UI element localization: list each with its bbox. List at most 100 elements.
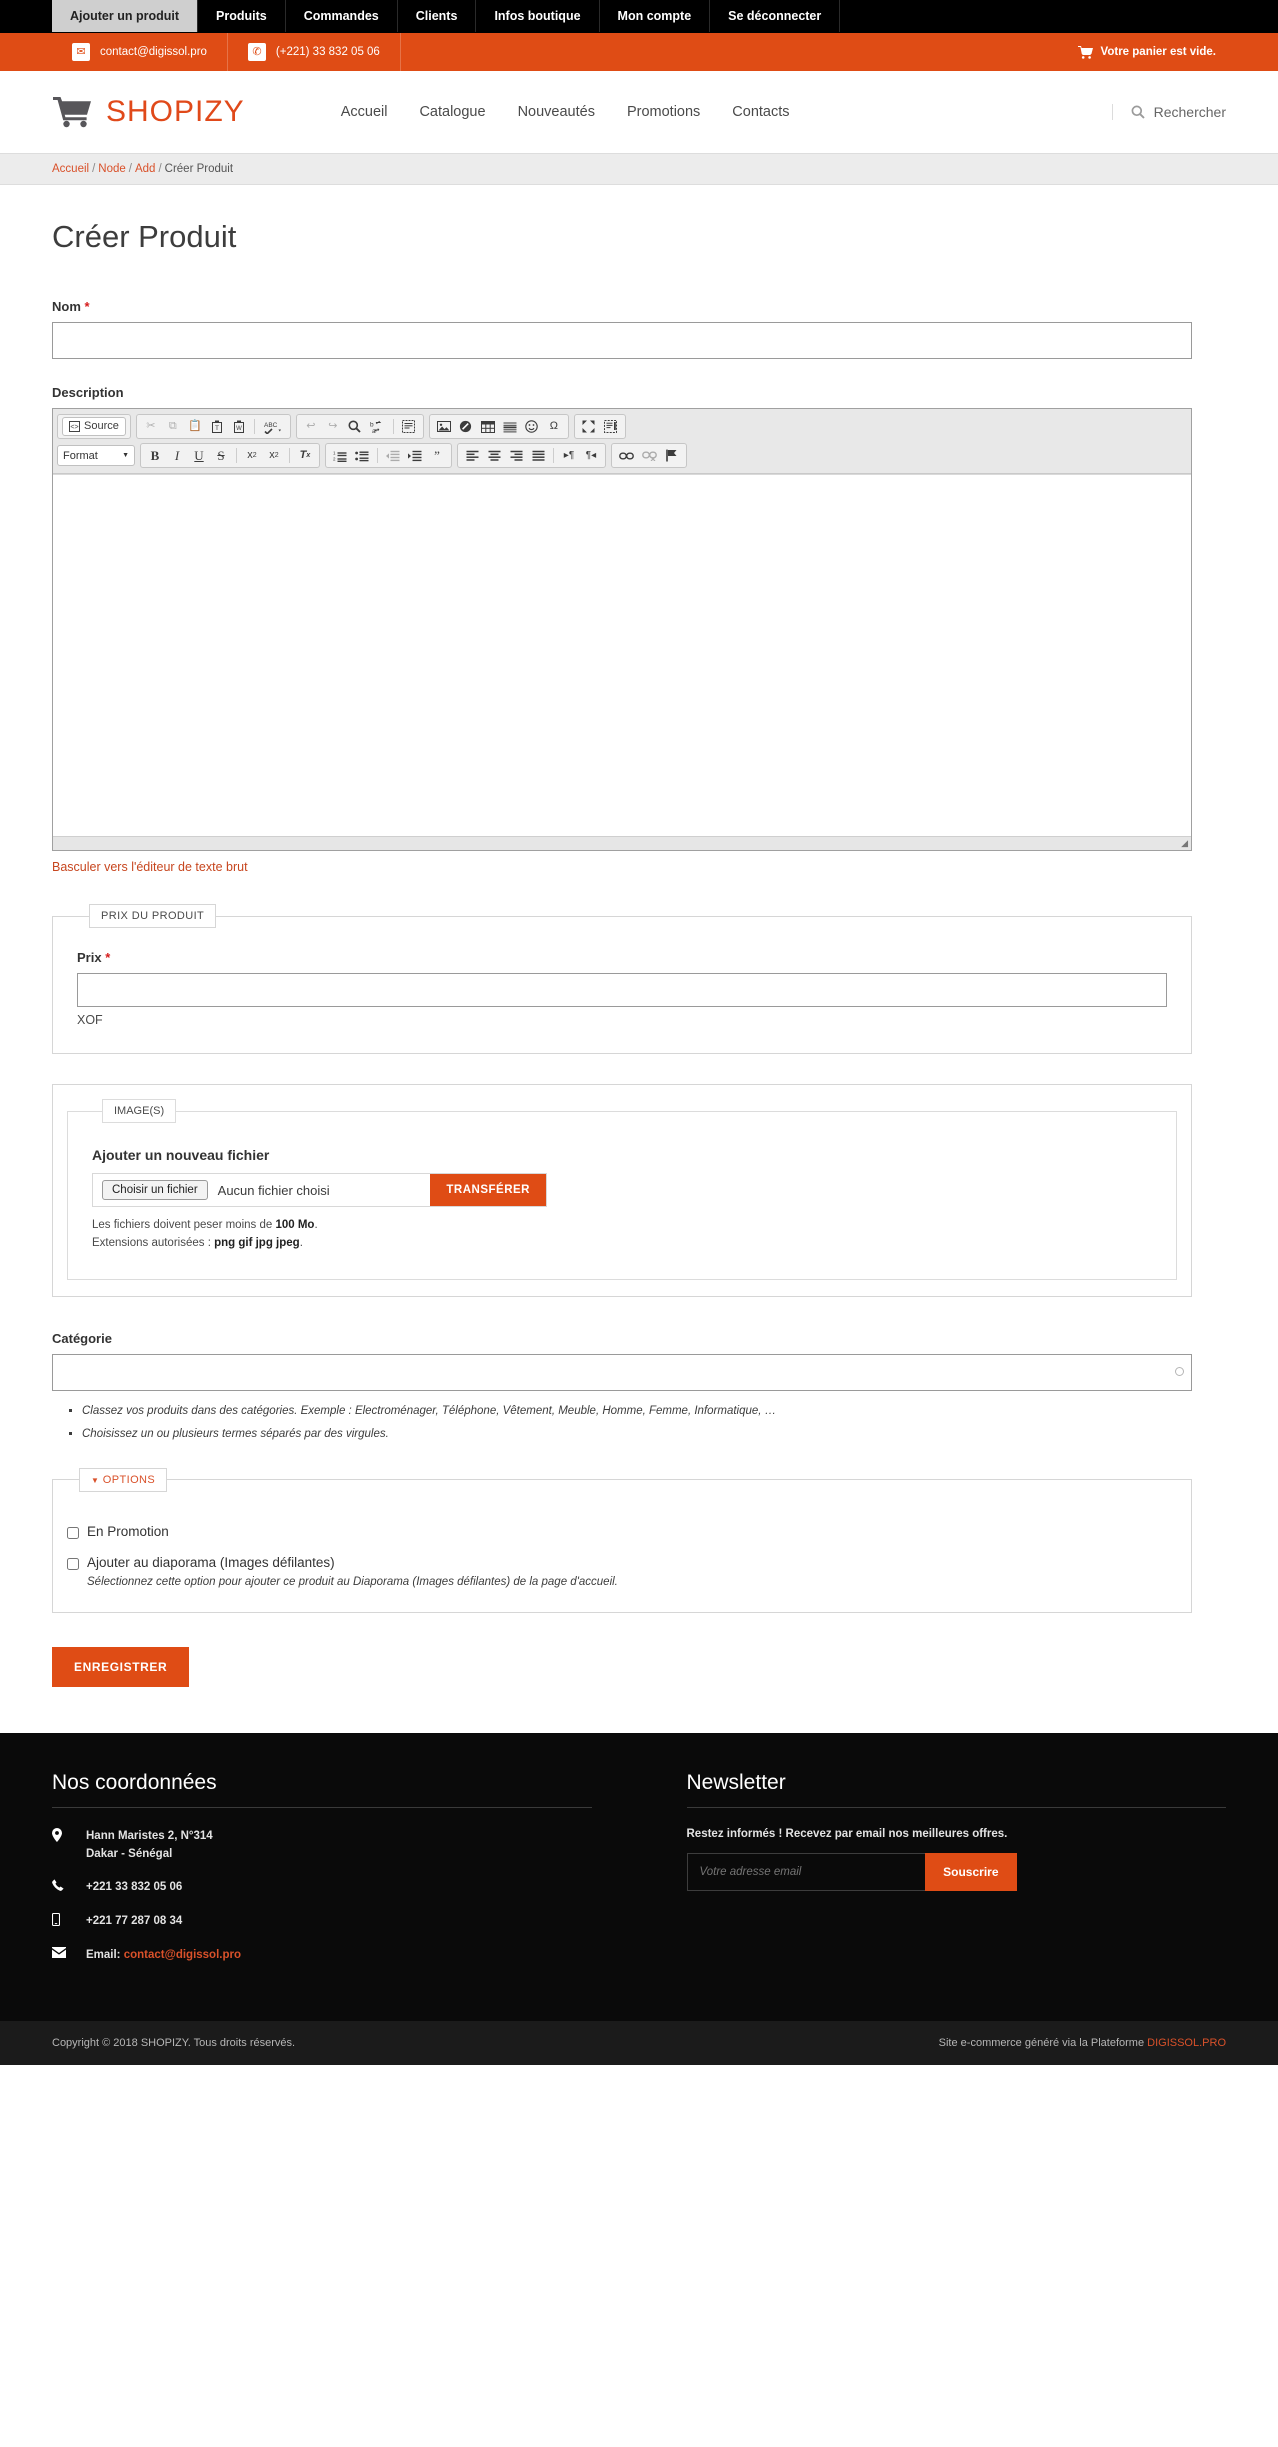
remove-format-icon[interactable]: Tx	[295, 446, 315, 465]
nom-input[interactable]	[52, 322, 1192, 359]
find-icon[interactable]	[345, 417, 365, 436]
footer-contact-column: Nos coordonnées Hann Maristes 2, N°314 D…	[52, 1771, 592, 1981]
source-view-icon[interactable]: <> Source	[62, 417, 126, 436]
file-input-zone[interactable]: Choisir un fichier Aucun fichier choisi	[93, 1174, 431, 1206]
format-dropdown[interactable]: Format ▼	[57, 445, 135, 466]
contact-email-item[interactable]: ✉ contact@digissol.pro	[52, 33, 228, 71]
numbered-list-icon[interactable]: 12	[330, 446, 350, 465]
spellcheck-icon[interactable]: ABC	[260, 417, 286, 436]
redo-icon[interactable]: ↪	[323, 417, 343, 436]
editor-content-area[interactable]	[53, 474, 1191, 836]
underline-icon[interactable]: U	[189, 446, 209, 465]
footer-address-text: Hann Maristes 2, N°314 Dakar - Sénégal	[86, 1828, 213, 1864]
digissol-link[interactable]: DIGISSOL.PRO	[1147, 2037, 1226, 2049]
search-box[interactable]: Rechercher	[1111, 104, 1226, 120]
newsletter-subscribe-button[interactable]: Souscrire	[925, 1852, 1017, 1891]
svg-text:T: T	[215, 425, 219, 432]
admin-tab-ajouter-un-produit[interactable]: Ajouter un produit	[52, 0, 199, 32]
unlink-icon[interactable]	[639, 446, 660, 465]
nav-item-accueil[interactable]: Accueil	[341, 104, 388, 120]
categorie-input[interactable]	[52, 1353, 1192, 1391]
align-justify-icon[interactable]	[528, 446, 548, 465]
anchor-icon[interactable]	[662, 446, 682, 465]
image-icon[interactable]	[434, 417, 454, 436]
save-button[interactable]: ENREGISTRER	[52, 1646, 190, 1687]
maximize-icon[interactable]	[579, 417, 599, 436]
rtl-icon[interactable]: ¶◂	[581, 446, 601, 465]
subscript-icon[interactable]: x2	[242, 446, 262, 465]
prix-input[interactable]	[77, 973, 1167, 1007]
bulleted-list-icon[interactable]	[352, 446, 372, 465]
contact-phone-text: (+221) 33 832 05 06	[275, 46, 380, 58]
nav-item-nouveautes[interactable]: Nouveautés	[518, 104, 595, 120]
footer-address-item: Hann Maristes 2, N°314 Dakar - Sénégal	[52, 1827, 592, 1864]
paste-text-icon[interactable]: T	[207, 417, 227, 436]
editor-group-basicstyles: B I U S x2 x2 Tx	[140, 443, 320, 468]
source-label: Source	[84, 420, 119, 432]
diaporama-label: Ajouter au diaporama (Images défilantes)	[87, 1554, 335, 1570]
copy-icon[interactable]: ⧉	[163, 417, 183, 436]
admin-tab-se-deconnecter[interactable]: Se déconnecter	[710, 0, 841, 32]
table-icon[interactable]	[478, 417, 498, 436]
smiley-icon[interactable]	[522, 417, 542, 436]
site-logo[interactable]: SHOPIZY	[52, 95, 245, 129]
horizontal-rule-icon[interactable]	[500, 417, 520, 436]
nav-item-contacts[interactable]: Contacts	[732, 104, 789, 120]
admin-tab-clients[interactable]: Clients	[398, 0, 477, 32]
replace-icon[interactable]: ba	[367, 417, 388, 436]
footer-email-text: Email: contact@digissol.pro	[86, 1947, 241, 1965]
footer-newsletter-title: Newsletter	[686, 1770, 786, 1794]
align-right-icon[interactable]	[506, 446, 526, 465]
link-icon[interactable]	[616, 446, 637, 465]
superscript-icon[interactable]: x2	[264, 446, 284, 465]
hint-size-value: 100 Mo	[275, 1219, 315, 1231]
admin-tab-mon-compte[interactable]: Mon compte	[600, 0, 711, 32]
strikethrough-icon[interactable]: S	[211, 446, 231, 465]
special-char-icon[interactable]: Ω	[544, 417, 564, 436]
choose-file-button[interactable]: Choisir un fichier	[102, 1180, 208, 1200]
copyright-text: Copyright © 2018 SHOPIZY. Tous droits ré…	[52, 2036, 296, 2049]
editor-group-document: <> Source	[57, 414, 131, 439]
nav-item-catalogue[interactable]: Catalogue	[419, 104, 485, 120]
blockquote-icon[interactable]: ”	[427, 446, 447, 465]
breadcrumb-item-node[interactable]: Node	[98, 163, 126, 175]
cart-status[interactable]: Votre panier est vide.	[1077, 33, 1278, 71]
switch-plain-editor-link[interactable]: Basculer vers l'éditeur de texte brut	[52, 860, 1226, 874]
admin-tab-produits[interactable]: Produits	[198, 0, 286, 32]
nav-item-promotions[interactable]: Promotions	[627, 104, 700, 120]
select-all-icon[interactable]	[399, 417, 419, 436]
hint-filesize: Les fichiers doivent peser moins de 100 …	[92, 1216, 1152, 1234]
categorie-note: Choisissez un ou plusieurs termes séparé…	[82, 1423, 1226, 1446]
admin-toolbar: Ajouter un produit Produits Commandes Cl…	[0, 0, 1278, 33]
footer-email-link[interactable]: contact@digissol.pro	[124, 1949, 241, 1961]
diaporama-checkbox[interactable]	[67, 1557, 79, 1570]
breadcrumb-item-accueil[interactable]: Accueil	[52, 163, 89, 175]
upload-button[interactable]: TRANSFÉRER	[430, 1174, 546, 1206]
breadcrumb-item-add[interactable]: Add	[135, 163, 155, 175]
flash-icon[interactable]	[456, 417, 476, 436]
admin-tab-label: Clients	[415, 9, 458, 23]
admin-tab-infos-boutique[interactable]: Infos boutique	[476, 0, 600, 32]
indent-icon[interactable]	[405, 446, 425, 465]
undo-icon[interactable]: ↩	[301, 417, 321, 436]
options-fieldset-legend[interactable]: ▼ OPTIONS	[79, 1467, 168, 1492]
italic-icon[interactable]: I	[167, 446, 187, 465]
ltr-icon[interactable]: ▸¶	[559, 446, 579, 465]
align-center-icon[interactable]	[484, 446, 504, 465]
required-marker: *	[105, 950, 111, 965]
paste-icon[interactable]: 📋	[185, 417, 205, 436]
cut-icon[interactable]: ✂	[141, 417, 161, 436]
promotion-checkbox[interactable]	[67, 1526, 79, 1539]
hint-extensions: Extensions autorisées : png gif jpg jpeg…	[92, 1234, 1152, 1252]
paste-word-icon[interactable]: W	[229, 417, 249, 436]
contact-phone-item[interactable]: ✆ (+221) 33 832 05 06	[228, 33, 401, 71]
admin-tab-label: Mon compte	[617, 9, 692, 23]
footer-email-item: Email: contact@digissol.pro	[52, 1947, 592, 1965]
resize-handle-icon[interactable]: ◢	[1181, 838, 1188, 849]
outdent-icon[interactable]	[383, 446, 403, 465]
admin-tab-commandes[interactable]: Commandes	[286, 0, 398, 32]
align-left-icon[interactable]	[462, 446, 482, 465]
bold-icon[interactable]: B	[145, 446, 165, 465]
newsletter-email-input[interactable]	[686, 1852, 926, 1891]
show-blocks-icon[interactable]	[601, 417, 621, 436]
